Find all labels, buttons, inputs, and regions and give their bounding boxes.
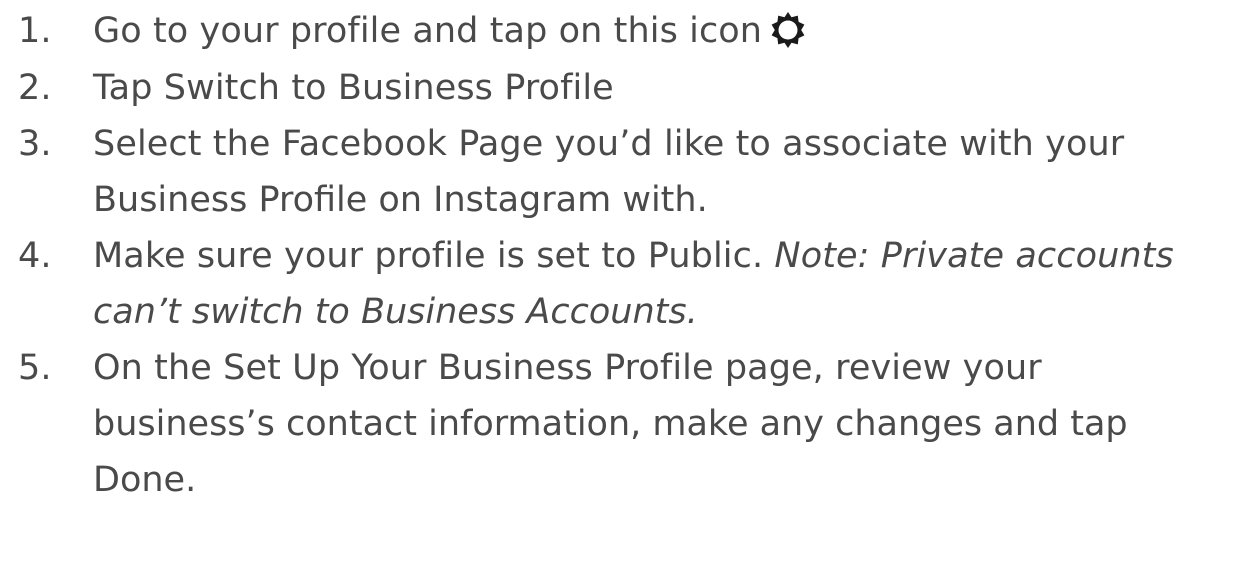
step-4-continuation: can’t switch to Business Accounts. xyxy=(93,284,698,340)
step-1: 1. Go to your profile and tap on this ic… xyxy=(0,3,808,59)
step-5: 5. On the Set Up Your Business Profile p… xyxy=(0,340,1042,396)
step-number: 1. xyxy=(18,11,52,51)
step-text-line-1: Select the Facebook Page you’d like to a… xyxy=(93,124,1125,164)
step-5-continuation-2: Done. xyxy=(93,460,197,500)
step-text-line-1: Make sure your profile is set to Public. xyxy=(93,236,775,276)
step-4: 4. Make sure your profile is set to Publ… xyxy=(0,228,1174,284)
step-3: 3. Select the Facebook Page you’d like t… xyxy=(0,116,1124,172)
step-text-line-1: On the Set Up Your Business Profile page… xyxy=(93,348,1042,388)
step-number: 4. xyxy=(18,236,52,276)
step-2: 2. Tap Switch to Business Profile xyxy=(0,60,614,116)
note-text-continued: can’t switch to Business Accounts. xyxy=(93,292,698,332)
step-3-continuation: Business Profile on Instagram with. xyxy=(93,180,708,220)
step-text: Go to your profile and tap on this icon xyxy=(93,11,763,51)
step-5-continuation-1: business’s contact information, make any… xyxy=(93,404,1128,444)
step-number: 3. xyxy=(18,124,52,164)
gear-icon xyxy=(768,9,808,49)
step-number: 2. xyxy=(18,68,52,108)
step-text: Tap Switch to Business Profile xyxy=(93,68,614,108)
step-number: 5. xyxy=(18,348,52,388)
note-text: Note: Private accounts xyxy=(774,236,1174,276)
